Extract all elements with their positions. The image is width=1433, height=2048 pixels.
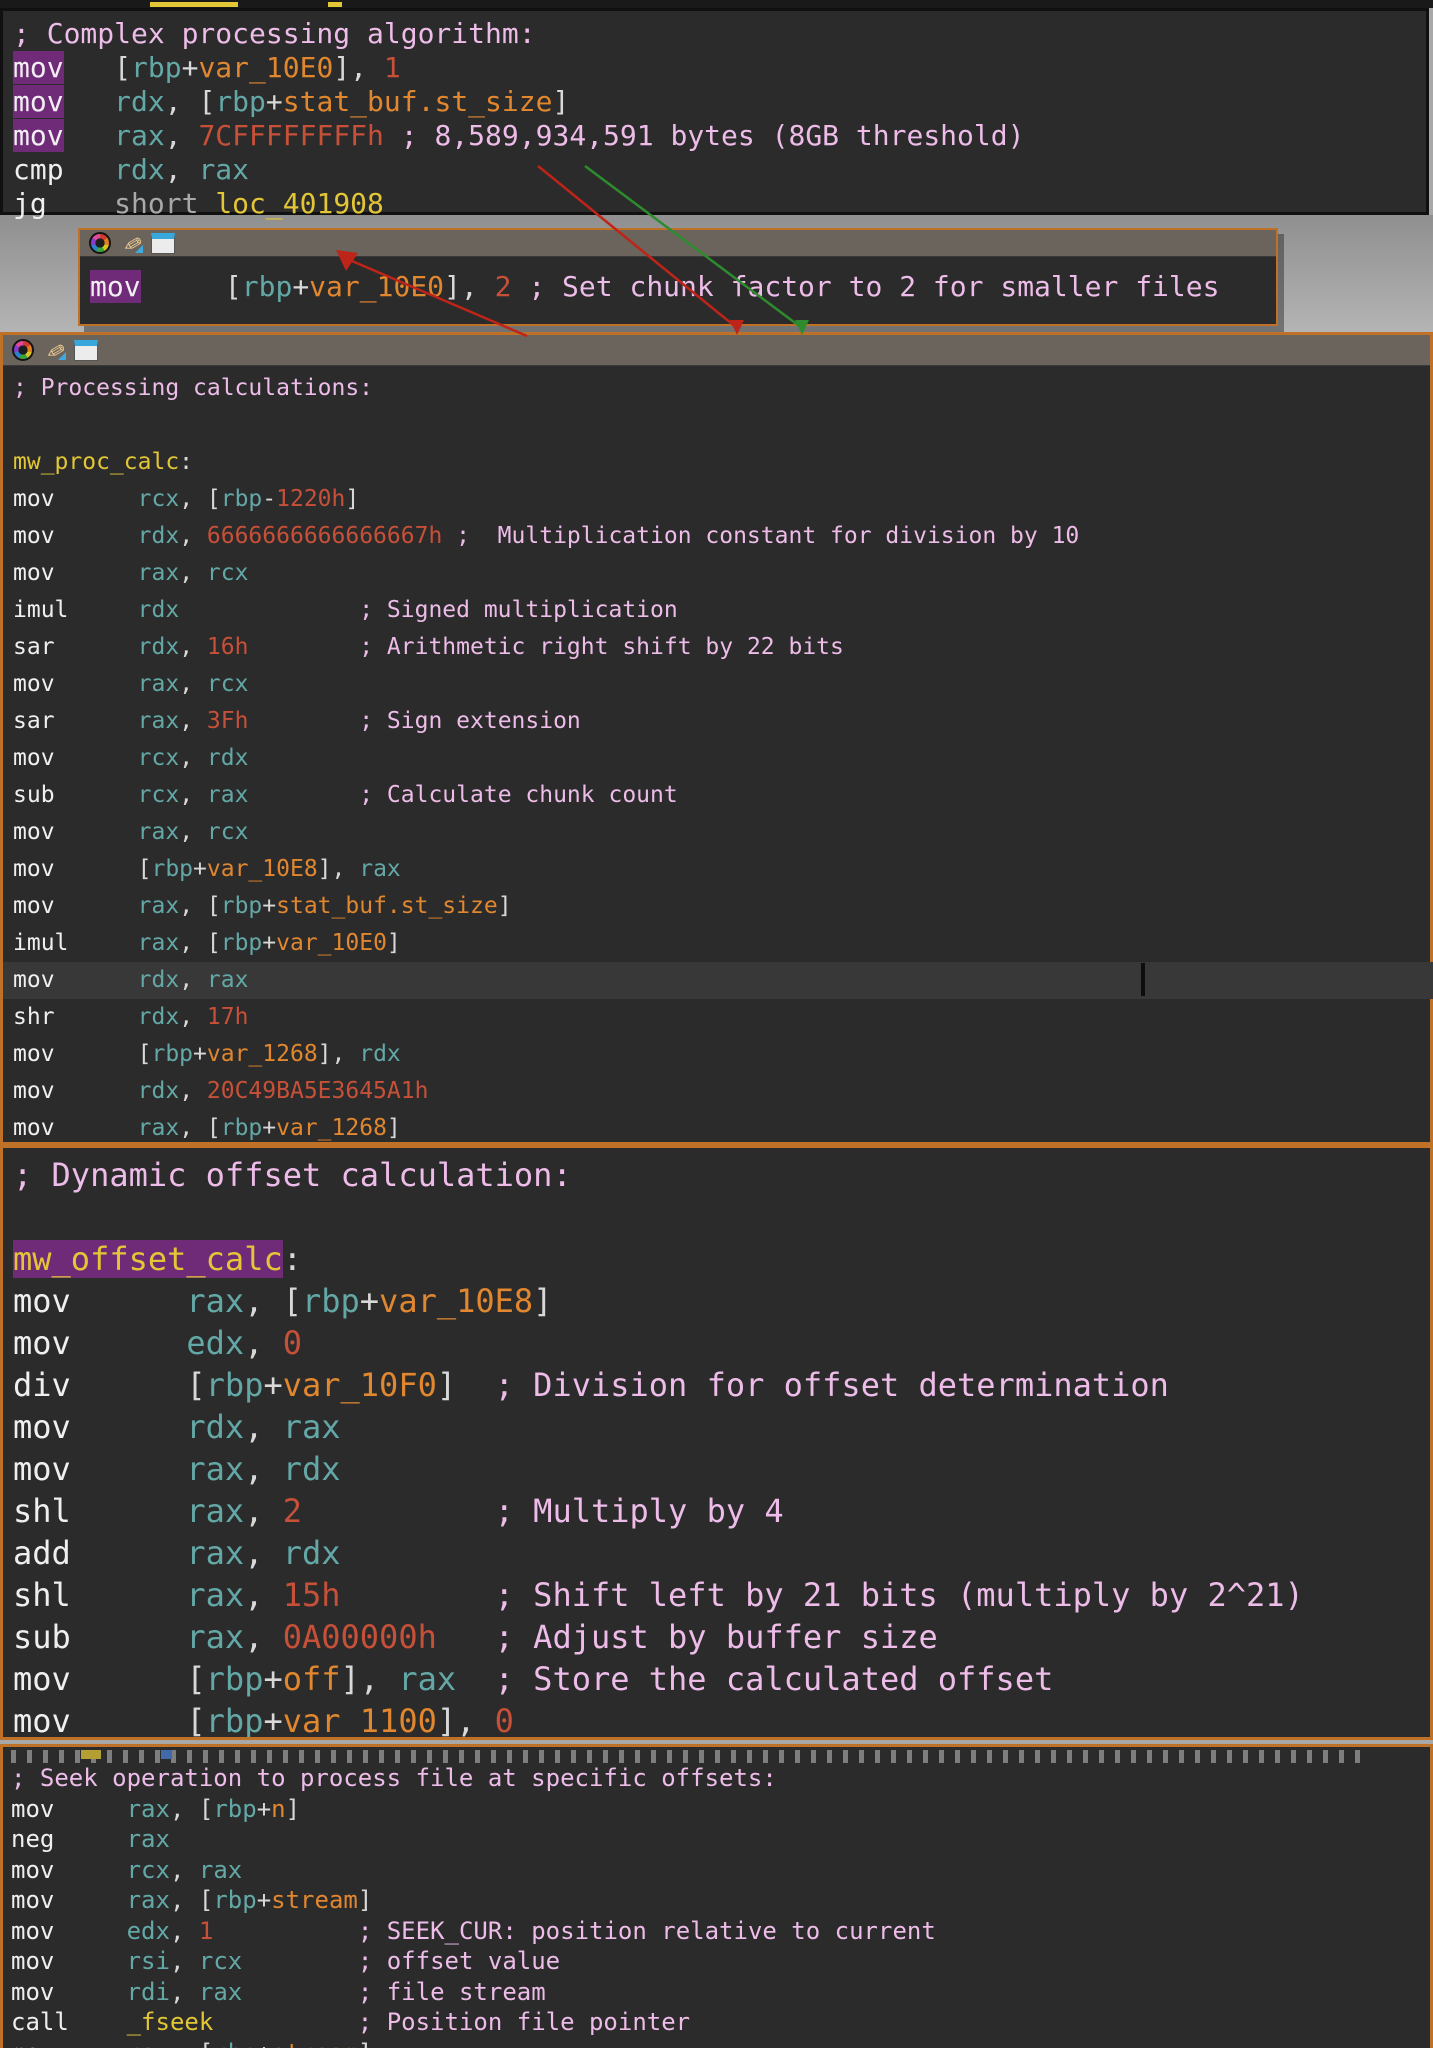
asm-line[interactable]: sar rax, 3Fh ; Sign extension	[13, 703, 1430, 740]
asm-line[interactable]: ; Processing calculations:	[13, 370, 1430, 407]
asm-line[interactable]: mov [rbp+var_1268], rdx	[13, 1036, 1430, 1073]
asm-line[interactable]: ; Seek operation to process file at spec…	[11, 1763, 1430, 1794]
basic-block-proc-calc: ; Processing calculations: mw_proc_calc:…	[0, 332, 1433, 1145]
asm-line[interactable]: mov rdi, rax ; file stream	[11, 1977, 1430, 2008]
asm-line[interactable]: mov rax, [rbp+stream]	[11, 2038, 1430, 2048]
basic-block-seek: ; Seek operation to process file at spec…	[0, 1744, 1433, 2048]
asm-line[interactable]: mov edx, 1 ; SEEK_CUR: position relative…	[11, 1916, 1430, 1947]
asm-line[interactable]: sar rdx, 16h ; Arithmetic right shift by…	[13, 629, 1430, 666]
asm-line[interactable]	[13, 407, 1430, 444]
asm-line[interactable]: mov rax, 7CFFFFFFFFh ; 8,589,934,591 byt…	[13, 119, 1426, 153]
asm-line[interactable]: shl rax, 2 ; Multiply by 4	[13, 1490, 1430, 1532]
asm-line[interactable]: add rax, rdx	[13, 1532, 1430, 1574]
asm-line[interactable]: mov [rbp+var_10E8], rax	[13, 851, 1430, 888]
clipped-text-row	[11, 1750, 1361, 1763]
asm-line[interactable]: mov rax, rcx	[13, 666, 1430, 703]
clipped-label-fragment	[328, 2, 342, 7]
asm-line[interactable]: cmp rdx, rax	[13, 153, 1426, 187]
asm-line[interactable]: mov rax, [rbp+var_1268]	[13, 1110, 1430, 1147]
asm-line[interactable]: mov rdx, rax	[3, 962, 1433, 999]
clipped-label-fragment	[81, 1750, 101, 1759]
asm-line[interactable]: shr rdx, 17h	[13, 999, 1430, 1036]
asm-line[interactable]: jg short loc_401908	[13, 187, 1426, 221]
asm-line[interactable]: mov [rbp+var_1100], 0	[13, 1700, 1430, 1740]
node-body: mov [rbp+var_10E0], 2 ; Set chunk factor…	[80, 257, 1276, 302]
color-wheel-icon[interactable]	[89, 232, 111, 254]
text-cursor	[1141, 963, 1145, 996]
asm-line[interactable]: mw_offset_calc:	[13, 1238, 1430, 1280]
node-title-bar	[80, 230, 1276, 257]
graph-layout-icon[interactable]	[151, 233, 175, 254]
basic-block-offset-calc: ; Dynamic offset calculation: mw_offset_…	[0, 1145, 1433, 1740]
node-body: ; Processing calculations: mw_proc_calc:…	[3, 366, 1430, 1147]
asm-line[interactable]: mw_proc_calc:	[13, 444, 1430, 481]
asm-line[interactable]: mov [rbp+off], rax ; Store the calculate…	[13, 1658, 1430, 1700]
asm-line[interactable]: mov rax, rdx	[13, 1448, 1430, 1490]
asm-line[interactable]: mov [rbp+var_10E0], 1	[13, 51, 1426, 85]
color-wheel-icon[interactable]	[12, 339, 34, 361]
asm-line[interactable]: call _fseek ; Position file pointer	[11, 2007, 1430, 2038]
edit-pencil-icon[interactable]	[120, 233, 142, 253]
asm-line[interactable]: mov edx, 0	[13, 1322, 1430, 1364]
clipped-fragment	[161, 1750, 172, 1759]
node-title-bar	[3, 335, 1430, 366]
asm-line[interactable]: mov rax, rcx	[13, 814, 1430, 851]
asm-line[interactable]: mov rax, [rbp+stream]	[11, 1885, 1430, 1916]
asm-line[interactable]: mov rdx, [rbp+stat_buf.st_size]	[13, 85, 1426, 119]
asm-line[interactable]: mov rcx, rdx	[13, 740, 1430, 777]
asm-line[interactable]: div [rbp+var_10F0] ; Division for offset…	[13, 1364, 1430, 1406]
basic-block-chunk-factor: mov [rbp+var_10E0], 2 ; Set chunk factor…	[78, 228, 1278, 326]
asm-line[interactable]: mov rcx, [rbp-1220h]	[13, 481, 1430, 518]
asm-line[interactable]: mov rax, rcx	[13, 555, 1430, 592]
asm-line[interactable]: sub rax, 0A00000h ; Adjust by buffer siz…	[13, 1616, 1430, 1658]
asm-line[interactable]: mov [rbp+var_10E0], 2 ; Set chunk factor…	[90, 272, 1276, 302]
asm-line[interactable]: imul rdx ; Signed multiplication	[13, 592, 1430, 629]
clipped-text-row: mov rax, [rbp+stream]	[11, 2038, 1430, 2048]
asm-line[interactable]: mov rax, [rbp+stat_buf.st_size]	[13, 888, 1430, 925]
asm-line[interactable]: neg rax	[11, 1824, 1430, 1855]
asm-line[interactable]: mov rsi, rcx ; offset value	[11, 1946, 1430, 1977]
asm-line[interactable]: mov rdx, 6666666666666667h ; Multiplicat…	[13, 518, 1430, 555]
basic-block-compare: ; Complex processing algorithm:mov [rbp+…	[0, 8, 1429, 215]
edit-pencil-icon[interactable]	[43, 340, 65, 360]
clipped-block-above	[0, 0, 1433, 8]
asm-line[interactable]: mov rax, [rbp+n]	[11, 1794, 1430, 1825]
asm-line[interactable]: shl rax, 15h ; Shift left by 21 bits (mu…	[13, 1574, 1430, 1616]
asm-line[interactable]: mov rcx, rax	[11, 1855, 1430, 1886]
asm-line[interactable]: mov rdx, 20C49BA5E3645A1h	[13, 1073, 1430, 1110]
asm-line[interactable]: ; Dynamic offset calculation:	[13, 1154, 1430, 1196]
asm-line[interactable]: imul rax, [rbp+var_10E0]	[13, 925, 1430, 962]
asm-line[interactable]	[13, 1196, 1430, 1238]
asm-line[interactable]: mov rax, [rbp+var_10E8]	[13, 1280, 1430, 1322]
graph-layout-icon[interactable]	[74, 340, 98, 361]
asm-line[interactable]: mov rdx, rax	[13, 1406, 1430, 1448]
asm-line[interactable]: sub rcx, rax ; Calculate chunk count	[13, 777, 1430, 814]
node-body: ; Seek operation to process file at spec…	[11, 1763, 1430, 2038]
asm-line[interactable]: ; Complex processing algorithm:	[13, 17, 1426, 51]
clipped-label-fragment	[150, 2, 238, 7]
